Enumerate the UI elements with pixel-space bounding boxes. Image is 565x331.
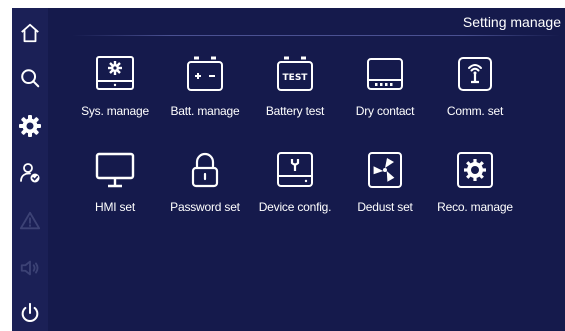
menu-item-label: Comm. set xyxy=(446,104,504,118)
menu-item-sys-manage[interactable]: Sys. manage xyxy=(70,46,160,142)
antenna-icon xyxy=(451,50,499,98)
menu-item-hmi-set[interactable]: HMI set xyxy=(70,142,160,238)
device-config-icon xyxy=(271,146,319,194)
lock-icon xyxy=(181,146,229,194)
page-title: Setting manage xyxy=(462,14,561,30)
warning-icon xyxy=(15,206,45,236)
gear-icon[interactable] xyxy=(15,111,45,141)
menu-item-label: Dedust set xyxy=(357,200,413,214)
sidebar xyxy=(12,8,48,331)
menu-item-label: Reco. manage xyxy=(437,200,513,214)
record-gear-icon xyxy=(451,146,499,194)
menu-item-device-config[interactable]: Device config. xyxy=(250,142,340,238)
battery-icon xyxy=(181,50,229,98)
menu-item-reco-manage[interactable]: Reco. manage xyxy=(430,142,520,238)
battery-test-icon: TEST xyxy=(271,50,319,98)
home-icon[interactable] xyxy=(15,18,45,48)
menu-item-dry-contact[interactable]: Dry contact xyxy=(340,46,430,142)
screen: Setting manage Sys. manage Batt. manage … xyxy=(12,8,565,331)
menu-item-label: HMI set xyxy=(95,200,135,214)
menu-item-label: Sys. manage xyxy=(81,104,149,118)
monitor-icon xyxy=(91,146,139,194)
menu-item-battery-test[interactable]: TEST Battery test xyxy=(250,46,340,142)
menu-item-password-set[interactable]: Password set xyxy=(160,142,250,238)
menu-item-label: Dry contact xyxy=(355,104,415,118)
power-icon[interactable] xyxy=(15,298,45,328)
menu-item-comm-set[interactable]: Comm. set xyxy=(430,46,520,142)
battery-test-icon-text: TEST xyxy=(283,73,309,83)
title-divider xyxy=(72,35,560,36)
dry-contact-icon xyxy=(361,50,409,98)
menu-item-label: Battery test xyxy=(265,104,325,118)
search-icon[interactable] xyxy=(15,63,45,93)
menu-item-label: Batt. manage xyxy=(170,104,240,118)
user-check-icon[interactable] xyxy=(15,158,45,188)
menu-item-label: Password set xyxy=(170,200,240,214)
menu-item-batt-manage[interactable]: Batt. manage xyxy=(160,46,250,142)
speaker-icon xyxy=(15,253,45,283)
fan-icon xyxy=(361,146,409,194)
menu-item-label: Device config. xyxy=(258,200,332,214)
system-settings-icon xyxy=(91,50,139,98)
settings-menu: Sys. manage Batt. manage TEST Battery te… xyxy=(70,46,520,238)
menu-item-dedust-set[interactable]: Dedust set xyxy=(340,142,430,238)
